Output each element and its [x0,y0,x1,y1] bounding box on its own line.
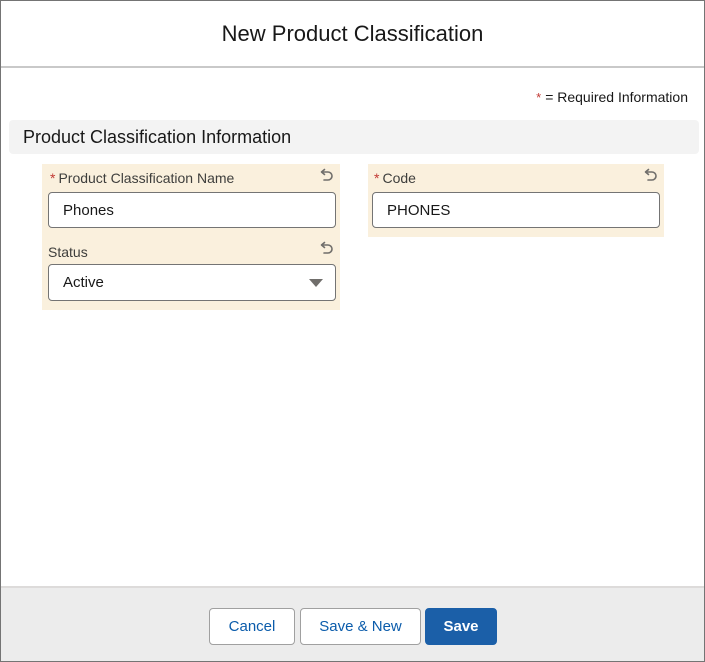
status-select-value: Active [63,274,104,291]
field-block-right: * Code PHONES [368,164,664,237]
modal-footer: Cancel Save & New Save [1,586,704,661]
code-required-star: * [374,170,380,186]
required-legend-text: = Required Information [545,89,688,105]
status-label-text: Status [48,244,88,260]
code-label-text: Code [382,170,416,186]
chevron-down-icon [309,279,323,287]
code-input[interactable]: PHONES [372,192,660,228]
section-title: Product Classification Information [23,126,292,147]
name-required-star: * [50,170,56,186]
section-header[interactable]: Product Classification Information [9,120,699,154]
modal-header: New Product Classification [1,1,704,68]
modal-dialog: New Product Classification * = Required I… [0,0,705,662]
save-and-new-button[interactable]: Save & New [300,608,421,645]
undo-icon[interactable] [642,168,658,184]
save-button[interactable]: Save [425,608,497,645]
required-star: * [536,90,542,105]
code-field-label: * Code [374,170,416,186]
cancel-button[interactable]: Cancel [209,608,295,645]
modal-title: New Product Classification [221,20,484,46]
undo-icon[interactable] [318,241,334,257]
product-classification-name-input[interactable]: Phones [48,192,336,228]
name-field-label: * Product Classification Name [50,170,234,186]
undo-icon[interactable] [318,168,334,184]
status-select[interactable]: Active [48,264,336,301]
status-field-label: Status [48,244,88,260]
required-legend: * = Required Information [536,89,688,105]
field-block-left: * Product Classification Name Phones Stat… [42,164,340,310]
name-label-text: Product Classification Name [58,170,235,186]
